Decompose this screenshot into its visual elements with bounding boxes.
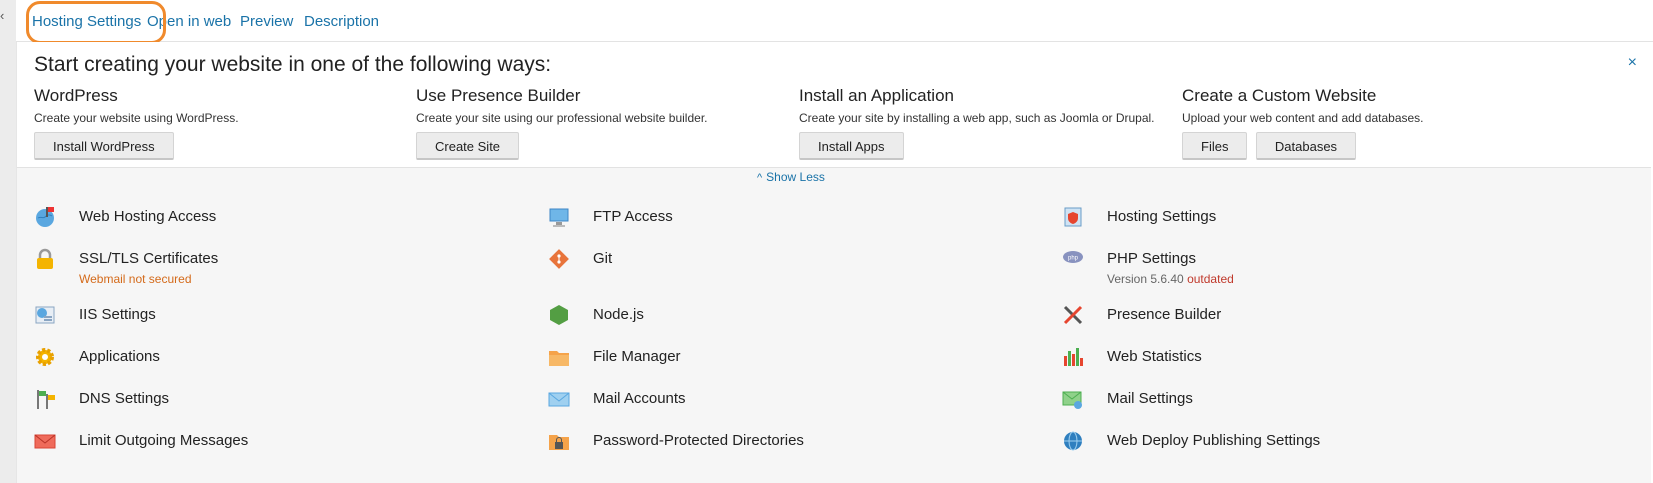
option-custom-website: Create a Custom Website Upload your web … (1182, 86, 1424, 160)
php-version-text: Version 5.6.40 (1107, 272, 1184, 286)
collapse-arrow-icon[interactable]: ‹ (0, 8, 4, 23)
option-description: Create your site by installing a web app… (799, 111, 1155, 125)
php-outdated-badge: outdated (1187, 272, 1234, 286)
tool-label: File Manager (593, 348, 681, 365)
padlock-icon (37, 248, 53, 269)
option-description: Create your website using WordPress. (34, 111, 239, 125)
tool-label: FTP Access (593, 208, 673, 225)
git-icon (549, 249, 569, 269)
close-icon[interactable]: × (1628, 54, 1637, 72)
option-presence-builder: Use Presence Builder Create your site us… (416, 86, 708, 160)
option-wordpress: WordPress Create your website using Word… (34, 86, 239, 160)
option-install-application: Install an Application Create your site … (799, 86, 1155, 160)
tool-label: Web Statistics (1107, 348, 1202, 365)
dns-flags-icon (37, 390, 55, 409)
web-deploy-icon (1064, 431, 1082, 451)
tool-label: Limit Outgoing Messages (79, 432, 249, 449)
tool-label: Applications (79, 348, 160, 365)
tool-label: Node.js (593, 306, 644, 323)
php-icon: php (1063, 251, 1083, 263)
tab-description[interactable]: Description (304, 13, 379, 30)
page-tabs: Hosting Settings Open in web Preview Des… (16, 0, 1653, 44)
tool-label: Password-Protected Directories (593, 432, 804, 449)
main-panel: Start creating your website in one of th… (16, 42, 1651, 483)
bar-chart-icon (1064, 348, 1083, 366)
databases-button[interactable]: Databases (1255, 132, 1357, 160)
start-title: Start creating your website in one of th… (34, 53, 552, 76)
tool-label: Hosting Settings (1107, 208, 1217, 225)
show-less-label: Show Less (766, 170, 825, 184)
option-description: Upload your web content and add database… (1182, 111, 1424, 125)
tool-label: DNS Settings (79, 390, 170, 407)
option-description: Create your site using our professional … (416, 111, 708, 125)
option-title: Use Presence Builder (416, 86, 581, 105)
install-wordpress-button[interactable]: Install WordPress (34, 132, 174, 160)
hosting-settings-icon (1064, 207, 1082, 227)
globe-flag-icon (36, 207, 54, 227)
start-creating-section: Start creating your website in one of th… (17, 42, 1651, 168)
tool-label: Web Deploy Publishing Settings (1107, 432, 1321, 449)
mail-settings-icon (1062, 391, 1082, 409)
envelope-icon (548, 392, 570, 407)
nodejs-icon (550, 305, 568, 325)
install-apps-button[interactable]: Install Apps (799, 132, 904, 160)
tool-label: Git (593, 250, 613, 267)
ssl-warning[interactable]: Webmail not secured (79, 272, 192, 286)
option-title: WordPress (34, 86, 118, 105)
tool-label: IIS Settings (79, 306, 156, 323)
tool-label: Presence Builder (1107, 306, 1222, 323)
ftp-icon (549, 208, 569, 227)
locked-folder-icon (549, 435, 569, 450)
chevron-up-icon: ^ (757, 172, 763, 184)
gear-icon (36, 348, 54, 366)
tab-hosting-settings[interactable]: Hosting Settings (32, 13, 141, 30)
show-less-link[interactable]: ^ Show Less (757, 170, 825, 184)
tool-label: SSL/TLS Certificates (79, 250, 219, 267)
php-version: Version 5.6.40 outdated (1107, 272, 1234, 286)
tool-label: PHP Settings (1107, 250, 1196, 267)
tools-icon (1063, 305, 1083, 325)
tab-preview[interactable]: Preview (240, 13, 293, 30)
tool-label: Web Hosting Access (79, 208, 217, 225)
folder-icon (549, 351, 569, 366)
tool-label: Mail Accounts (593, 390, 686, 407)
left-rail: ‹ (0, 0, 17, 483)
svg-text:php: php (1068, 256, 1079, 262)
files-button[interactable]: Files (1182, 132, 1248, 160)
option-title: Create a Custom Website (1182, 86, 1377, 105)
mail-limit-icon (34, 434, 56, 449)
iis-icon (35, 306, 55, 324)
tool-label: Mail Settings (1107, 390, 1193, 407)
tab-open-in-web[interactable]: Open in web (147, 13, 231, 30)
create-site-button[interactable]: Create Site (416, 132, 520, 160)
option-title: Install an Application (799, 86, 954, 105)
